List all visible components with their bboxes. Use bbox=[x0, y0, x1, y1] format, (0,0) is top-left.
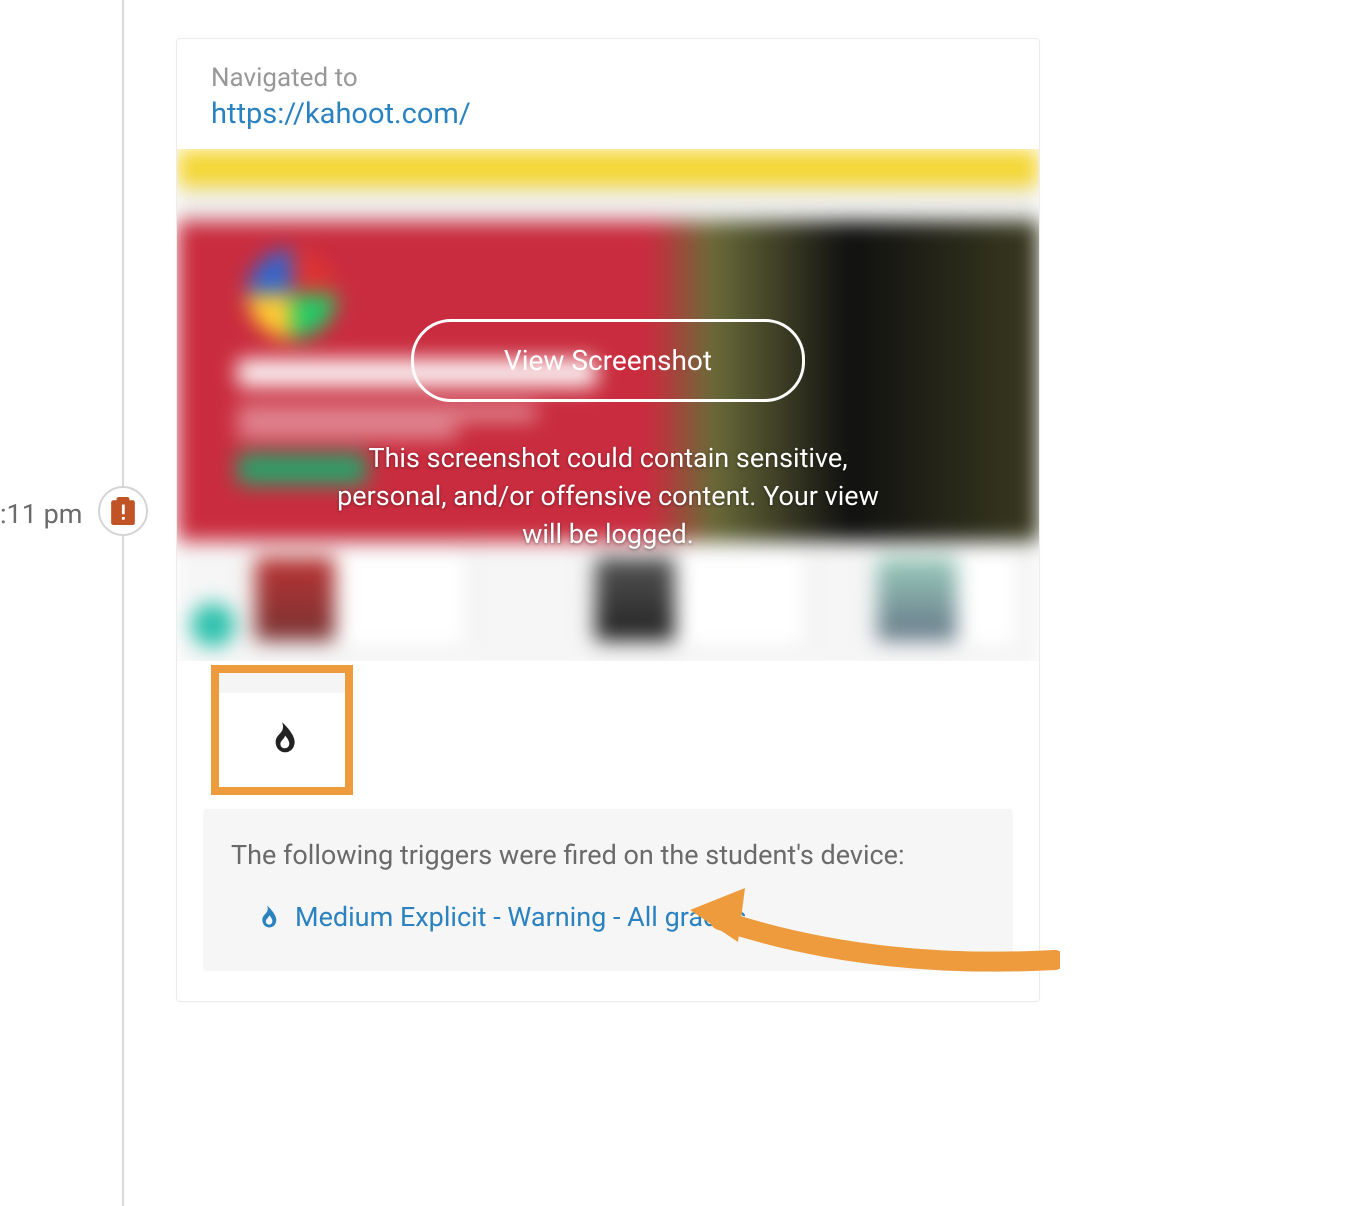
triggers-panel: The following triggers were fired on the… bbox=[203, 809, 1013, 971]
clipboard-alert-icon bbox=[110, 497, 136, 525]
trigger-thumbnail[interactable] bbox=[211, 665, 353, 795]
triggers-heading: The following triggers were fired on the… bbox=[231, 839, 985, 871]
timeline-line bbox=[122, 0, 124, 1206]
screenshot-overlay: View Screenshot This screenshot could co… bbox=[177, 149, 1039, 661]
flame-icon bbox=[253, 903, 281, 931]
activity-card: Navigated to https://kahoot.com/ View Sc… bbox=[176, 38, 1040, 1002]
thumbnail-row bbox=[177, 661, 1039, 795]
event-timestamp: :11 pm bbox=[0, 498, 82, 530]
screenshot-preview: View Screenshot This screenshot could co… bbox=[177, 149, 1039, 661]
flame-icon bbox=[263, 719, 301, 757]
screenshot-warning-text: This screenshot could contain sensitive,… bbox=[328, 440, 888, 553]
timeline-alert-badge bbox=[98, 486, 148, 536]
card-header: Navigated to https://kahoot.com/ bbox=[177, 39, 1039, 149]
trigger-link[interactable]: Medium Explicit - Warning - All grades bbox=[231, 901, 985, 933]
navigated-to-label: Navigated to bbox=[211, 63, 1005, 93]
view-screenshot-button[interactable]: View Screenshot bbox=[411, 319, 805, 402]
navigated-url-link[interactable]: https://kahoot.com/ bbox=[211, 97, 471, 131]
trigger-link-label: Medium Explicit - Warning - All grades bbox=[295, 901, 747, 933]
